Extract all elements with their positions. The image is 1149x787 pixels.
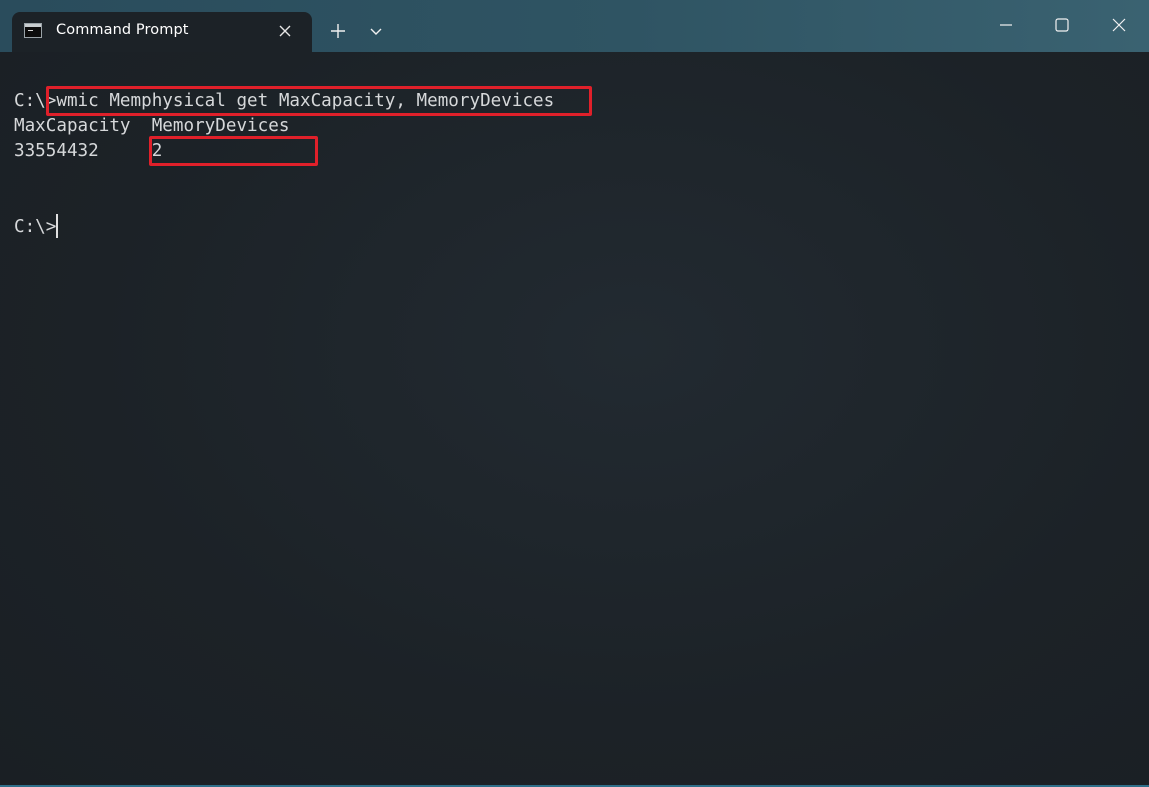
command-highlight-box bbox=[46, 86, 592, 116]
plus-icon bbox=[331, 24, 345, 38]
tab-command-prompt[interactable]: Command Prompt bbox=[12, 12, 312, 52]
terminal-output[interactable]: C:\>wmic Memphysical get MaxCapacity, Me… bbox=[0, 52, 1149, 787]
minimize-icon bbox=[1000, 24, 1012, 26]
close-tab-button[interactable] bbox=[274, 20, 296, 42]
output-value-line: 33554432 2 bbox=[14, 139, 162, 164]
title-bar[interactable]: Command Prompt bbox=[0, 0, 1149, 52]
cmd-icon bbox=[24, 23, 42, 38]
new-tab-button[interactable] bbox=[320, 15, 356, 45]
terminal-window: Command Prompt C:\>wmic Memphysical get … bbox=[0, 0, 1149, 787]
text-cursor bbox=[56, 214, 58, 238]
header-memorydevices: MemoryDevices bbox=[151, 116, 290, 136]
tab-title: Command Prompt bbox=[56, 22, 189, 38]
close-icon bbox=[1112, 18, 1126, 32]
final-prompt: C:\> bbox=[14, 217, 57, 237]
chevron-down-icon bbox=[370, 28, 382, 35]
value-maxcapacity: 33554432 bbox=[14, 141, 99, 161]
value-highlight-box bbox=[149, 136, 318, 166]
maximize-icon bbox=[1055, 18, 1069, 32]
header-maxcapacity: MaxCapacity bbox=[14, 116, 131, 136]
close-icon bbox=[279, 25, 291, 37]
close-window-button[interactable] bbox=[1092, 0, 1148, 52]
final-prompt-line: C:\> bbox=[14, 214, 58, 240]
minimize-button[interactable] bbox=[978, 0, 1034, 52]
maximize-button[interactable] bbox=[1034, 0, 1090, 52]
tab-dropdown-button[interactable] bbox=[358, 15, 394, 45]
